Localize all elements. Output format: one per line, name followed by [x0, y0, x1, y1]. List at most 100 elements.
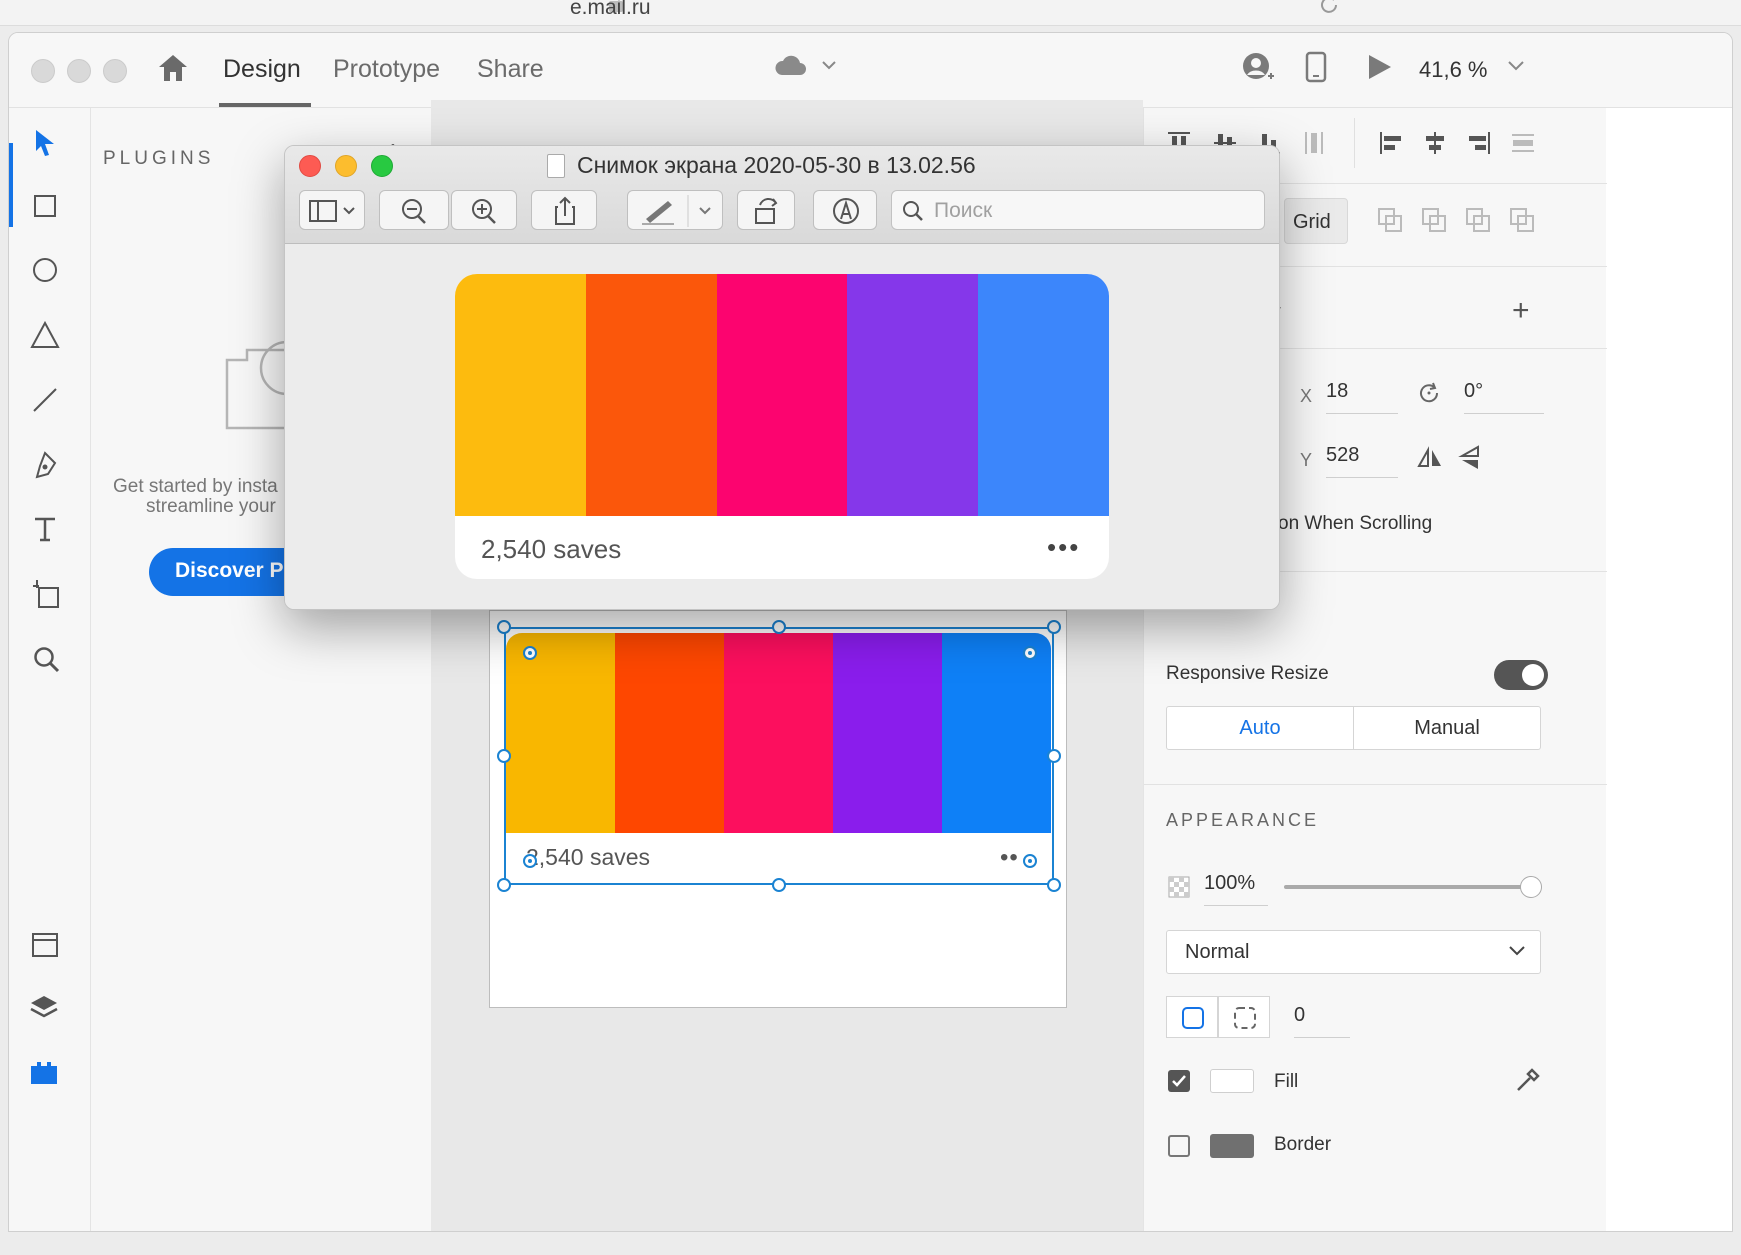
invite-user-icon[interactable]	[1241, 51, 1275, 85]
color-band	[833, 633, 942, 833]
browser-url[interactable]: e.mail.ru	[570, 0, 651, 20]
fill-label: Fill	[1274, 1071, 1299, 1092]
cloud-icon[interactable]	[773, 53, 807, 77]
preview-minimize-button[interactable]	[335, 155, 357, 177]
opacity-slider-handle[interactable]	[1520, 876, 1542, 898]
tab-prototype[interactable]: Prototype	[333, 55, 440, 84]
resize-handle[interactable]	[497, 749, 511, 763]
tab-share[interactable]: Share	[477, 55, 544, 84]
corner-radius-individual-button[interactable]	[1218, 996, 1270, 1038]
add-component-button[interactable]: +	[1512, 294, 1530, 328]
plugins-panel-icon[interactable]	[29, 1060, 59, 1086]
border-checkbox[interactable]	[1168, 1135, 1190, 1157]
rectangle-tool-icon[interactable]	[33, 194, 57, 218]
blend-mode-value: Normal	[1185, 941, 1250, 963]
canvas-card-more-icon[interactable]: ••	[1000, 844, 1019, 872]
markup-button[interactable]	[627, 190, 723, 230]
align-center-icon[interactable]	[1422, 130, 1448, 156]
preview-search-field[interactable]: Поиск	[891, 190, 1265, 230]
zoom-level[interactable]: 41,6 %	[1419, 57, 1488, 83]
x-label: X	[1300, 386, 1313, 406]
pen-tool-icon[interactable]	[31, 450, 59, 480]
color-band	[716, 274, 848, 516]
blend-chevron-down-icon[interactable]	[1508, 944, 1526, 956]
ellipse-tool-icon[interactable]	[31, 256, 59, 284]
polygon-tool-icon[interactable]	[29, 320, 61, 350]
align-left-icon[interactable]	[1378, 130, 1404, 156]
resize-handle[interactable]	[1047, 878, 1061, 892]
distribute-vertical-icon[interactable]	[1302, 130, 1328, 156]
reload-icon[interactable]	[1318, 0, 1340, 16]
line-tool-icon[interactable]	[31, 386, 59, 414]
opacity-input[interactable]: 100%	[1204, 872, 1268, 906]
artboard[interactable]: 2,540 saves ••	[489, 610, 1067, 1008]
resize-handle[interactable]	[1047, 749, 1061, 763]
align-right-icon[interactable]	[1466, 130, 1492, 156]
blend-mode-select[interactable]: Normal	[1166, 930, 1541, 974]
canvas-card-saves[interactable]: 2,540 saves	[526, 844, 650, 871]
window-zoom-button[interactable]	[103, 59, 127, 83]
resize-handle[interactable]	[497, 620, 511, 634]
annotate-button[interactable]	[813, 190, 877, 230]
corner-radius-all-button[interactable]	[1166, 996, 1218, 1038]
resize-handle[interactable]	[497, 878, 511, 892]
tab-design[interactable]: Design	[223, 55, 301, 84]
opacity-slider-track[interactable]	[1284, 885, 1532, 889]
zoom-tool-icon[interactable]	[33, 646, 61, 674]
responsive-resize-toggle[interactable]	[1494, 660, 1548, 690]
panel-separator	[1144, 784, 1607, 785]
distribute-horizontal-icon[interactable]	[1510, 130, 1536, 156]
preview-close-button[interactable]	[299, 155, 321, 177]
rotation-input[interactable]: 0°	[1464, 380, 1544, 414]
browser-strip	[0, 0, 1741, 26]
x-position-input[interactable]: 18	[1326, 380, 1398, 414]
corner-radius-handle[interactable]	[523, 646, 537, 660]
fill-checkbox[interactable]	[1168, 1070, 1190, 1092]
assets-panel-icon[interactable]	[31, 932, 59, 958]
corner-radius-handle[interactable]	[523, 854, 537, 868]
text-tool-icon[interactable]	[33, 516, 57, 542]
artboard-tool-icon[interactable]	[31, 578, 61, 610]
cloud-chevron-down-icon[interactable]	[821, 59, 837, 71]
corner-radius-handle[interactable]	[1023, 854, 1037, 868]
zoom-chevron-down-icon[interactable]	[1507, 59, 1525, 71]
flip-vertical-icon[interactable]	[1458, 444, 1482, 472]
window-minimize-button[interactable]	[67, 59, 91, 83]
resize-handle[interactable]	[1047, 620, 1061, 634]
corner-radius-handle[interactable]	[1023, 646, 1037, 660]
layers-panel-icon[interactable]	[29, 994, 59, 1022]
y-position-input[interactable]: 528	[1326, 444, 1398, 478]
boolean-add-icon[interactable]	[1376, 206, 1404, 234]
color-band	[506, 633, 615, 833]
preview-content: 2,540 saves •••	[285, 244, 1279, 609]
fill-eyedropper-icon[interactable]	[1514, 1066, 1542, 1094]
border-label: Border	[1274, 1134, 1332, 1155]
zoom-out-button[interactable]	[379, 190, 449, 230]
home-icon[interactable]	[157, 53, 189, 83]
resize-mode-auto[interactable]: Auto	[1167, 707, 1354, 749]
resize-handle[interactable]	[772, 620, 786, 634]
device-preview-icon[interactable]	[1305, 51, 1327, 83]
canvas-card-colors[interactable]	[506, 633, 1051, 833]
boolean-subtract-icon[interactable]	[1420, 206, 1448, 234]
corner-radius-input[interactable]: 0	[1294, 1004, 1350, 1038]
rotate-button[interactable]	[737, 190, 795, 230]
zoom-in-button[interactable]	[451, 190, 517, 230]
boolean-intersect-icon[interactable]	[1464, 206, 1492, 234]
preview-zoom-button[interactable]	[371, 155, 393, 177]
fill-color-swatch[interactable]	[1210, 1069, 1254, 1093]
sidebar-toggle-button[interactable]	[299, 190, 365, 230]
color-band	[615, 633, 724, 833]
color-band	[942, 633, 1051, 833]
boolean-exclude-icon[interactable]	[1508, 206, 1536, 234]
select-tool-icon[interactable]	[33, 128, 57, 158]
resize-mode-manual[interactable]: Manual	[1354, 707, 1540, 749]
appearance-title: APPEARANCE	[1166, 810, 1320, 830]
play-icon[interactable]	[1365, 53, 1393, 81]
repeat-grid-button[interactable]: Grid	[1284, 198, 1348, 244]
flip-horizontal-icon[interactable]	[1416, 446, 1444, 470]
resize-handle[interactable]	[772, 878, 786, 892]
share-button[interactable]	[531, 190, 597, 230]
border-color-swatch[interactable]	[1210, 1134, 1254, 1158]
window-close-button[interactable]	[31, 59, 55, 83]
